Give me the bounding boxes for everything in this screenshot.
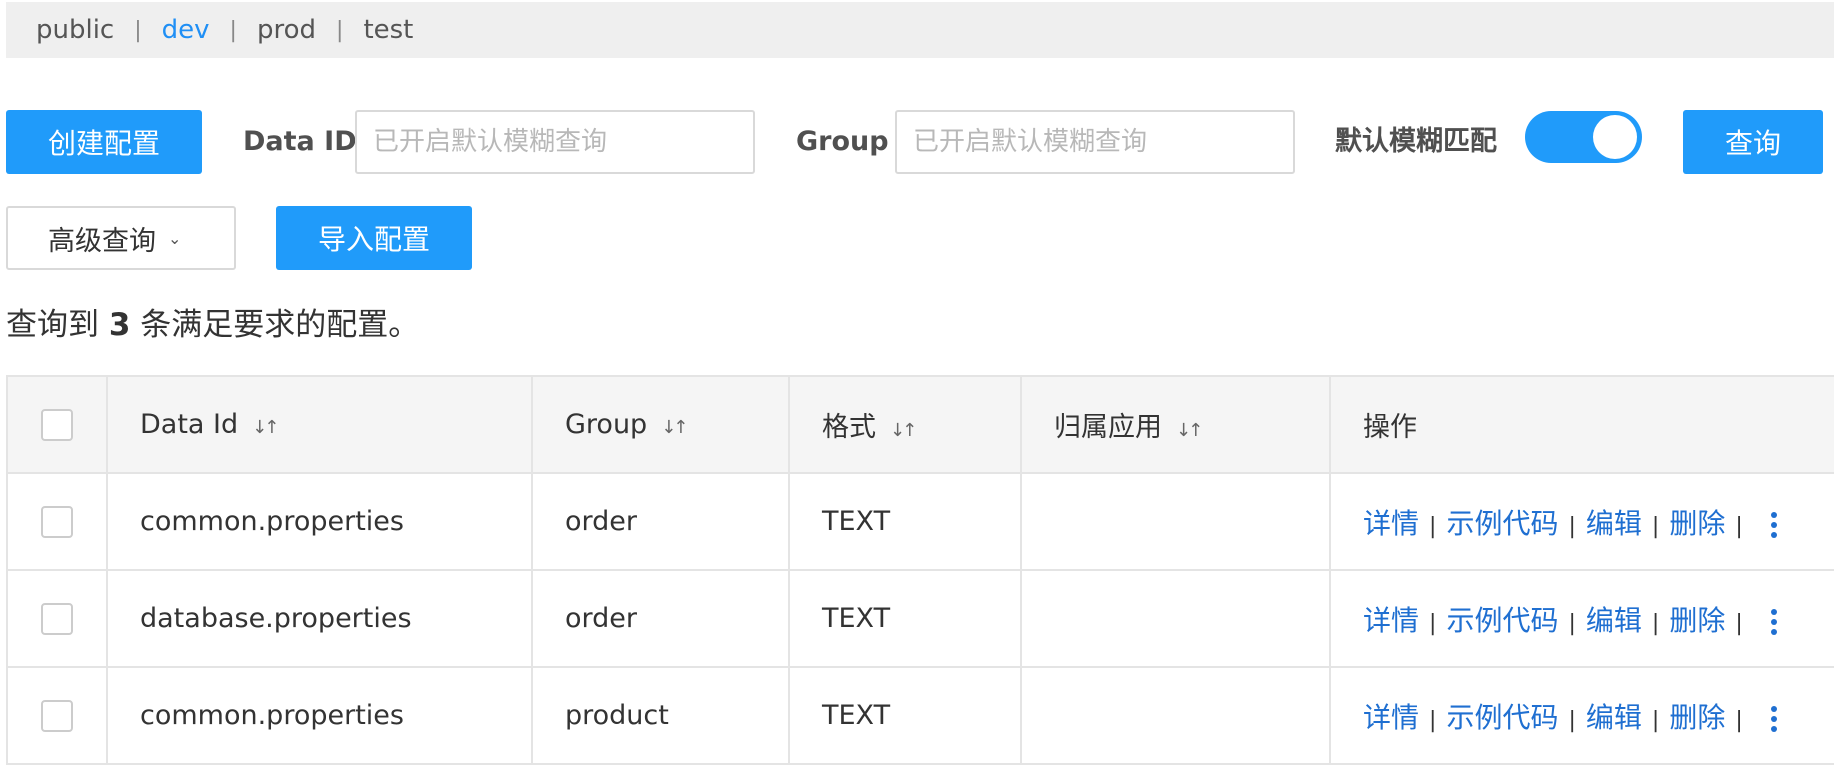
delete-link[interactable]: 删除 [1669,507,1725,540]
cell-group: order [531,569,790,668]
action-separator: | [1735,707,1743,733]
detail-link[interactable]: 详情 [1363,507,1419,540]
cell-group: product [531,666,790,765]
action-separator: | [1568,513,1576,539]
edit-link[interactable]: 编辑 [1586,507,1642,540]
more-options-icon[interactable] [1770,609,1777,635]
cell-data-id: common.properties [106,472,533,571]
result-summary: 查询到 3 条满足要求的配置。 [6,300,419,350]
column-label: Group [565,409,648,440]
action-separator: | [1429,707,1437,733]
action-separator: | [1735,610,1743,636]
row-checkbox[interactable] [41,505,73,538]
fuzzy-match-label: 默认模糊匹配 [1335,126,1497,157]
edit-link[interactable]: 编辑 [1586,604,1642,637]
action-separator: | [1568,610,1576,636]
row-select-cell [6,666,108,765]
cell-format: TEXT [788,666,1022,765]
namespace-public[interactable]: public [36,15,114,45]
cell-actions: 详情 | 示例代码 | 编辑 | 删除 | [1329,666,1834,765]
cell-format: TEXT [788,569,1022,668]
column-label: 操作 [1363,412,1417,443]
advanced-search-label: 高级查询 [48,225,156,257]
column-header-format[interactable]: 格式 ↓↑ [788,375,1022,474]
delete-link[interactable]: 删除 [1669,701,1725,734]
sample-code-link[interactable]: 示例代码 [1446,701,1558,734]
namespace-separator: | [229,17,237,43]
row-select-cell [6,472,108,571]
search-button[interactable]: 查询 [1683,110,1823,174]
group-label: Group [796,126,889,157]
column-header-group[interactable]: Group ↓↑ [531,375,790,474]
action-separator: | [1651,707,1660,733]
more-options-icon[interactable] [1770,706,1777,732]
advanced-search-dropdown[interactable]: 高级查询 ⌄ [6,206,236,270]
cell-app [1020,472,1331,571]
config-table: Data Id ↓↑ Group ↓↑ 格式 ↓↑ 归属应用 ↓↑ 操作 common.… [6,375,1834,765]
row-checkbox[interactable] [41,699,73,732]
column-label: 格式 [822,412,876,443]
detail-link[interactable]: 详情 [1363,604,1419,637]
select-all-checkbox[interactable] [41,408,73,441]
cell-group: order [531,472,790,571]
table-header-row: Data Id ↓↑ Group ↓↑ 格式 ↓↑ 归属应用 ↓↑ 操作 [6,375,1834,474]
cell-data-id: common.properties [106,666,533,765]
action-separator: | [1651,610,1660,636]
cell-data-id: database.properties [106,569,533,668]
result-count: 3 [108,307,131,343]
import-config-button[interactable]: 导入配置 [276,206,472,270]
namespace-prod[interactable]: prod [257,15,316,45]
action-separator: | [1568,707,1576,733]
sort-icon[interactable]: ↓↑ [890,420,917,441]
action-separator: | [1651,513,1660,539]
cell-app [1020,569,1331,668]
sort-icon[interactable]: ↓↑ [252,417,279,438]
edit-link[interactable]: 编辑 [1586,701,1642,734]
toggle-knob [1593,115,1637,159]
namespace-dev[interactable]: dev [162,15,210,45]
table-row: database.properties order TEXT 详情 | 示例代码 | 编… [6,569,1834,668]
data-id-input[interactable] [355,110,755,174]
action-separator: | [1735,513,1743,539]
sample-code-link[interactable]: 示例代码 [1446,604,1558,637]
column-label: Data Id [140,409,239,440]
action-separator: | [1429,610,1437,636]
cell-format: TEXT [788,472,1022,571]
data-id-label: Data ID [243,126,357,157]
cell-actions: 详情 | 示例代码 | 编辑 | 删除 | [1329,472,1834,571]
detail-link[interactable]: 详情 [1363,701,1419,734]
column-header-app[interactable]: 归属应用 ↓↑ [1020,375,1331,474]
column-header-data-id[interactable]: Data Id ↓↑ [106,375,533,474]
summary-prefix: 查询到 [6,307,109,343]
table-row: common.properties order TEXT 详情 | 示例代码 | 编辑 |… [6,472,1834,571]
chevron-down-icon: ⌄ [168,228,182,248]
sort-icon[interactable]: ↓↑ [1176,420,1203,441]
sample-code-link[interactable]: 示例代码 [1446,507,1558,540]
summary-suffix: 条满足要求的配置。 [130,307,420,343]
action-separator: | [1429,513,1437,539]
table-row: common.properties product TEXT 详情 | 示例代码 | 编… [6,666,1834,765]
column-label: 归属应用 [1054,412,1162,443]
more-options-icon[interactable] [1770,512,1777,538]
fuzzy-match-toggle[interactable] [1525,111,1642,163]
column-header-actions: 操作 [1329,375,1834,474]
row-checkbox[interactable] [41,602,73,635]
delete-link[interactable]: 删除 [1669,604,1725,637]
row-select-cell [6,569,108,668]
namespace-test[interactable]: test [363,15,413,45]
select-all-cell [6,375,108,474]
group-input[interactable] [895,110,1295,174]
create-config-button[interactable]: 创建配置 [6,110,202,174]
namespace-separator: | [134,17,142,43]
sort-icon[interactable]: ↓↑ [661,417,688,438]
cell-app [1020,666,1331,765]
cell-actions: 详情 | 示例代码 | 编辑 | 删除 | [1329,569,1834,668]
namespace-separator: | [336,17,344,43]
namespace-bar: public | dev | prod | test [6,2,1834,58]
